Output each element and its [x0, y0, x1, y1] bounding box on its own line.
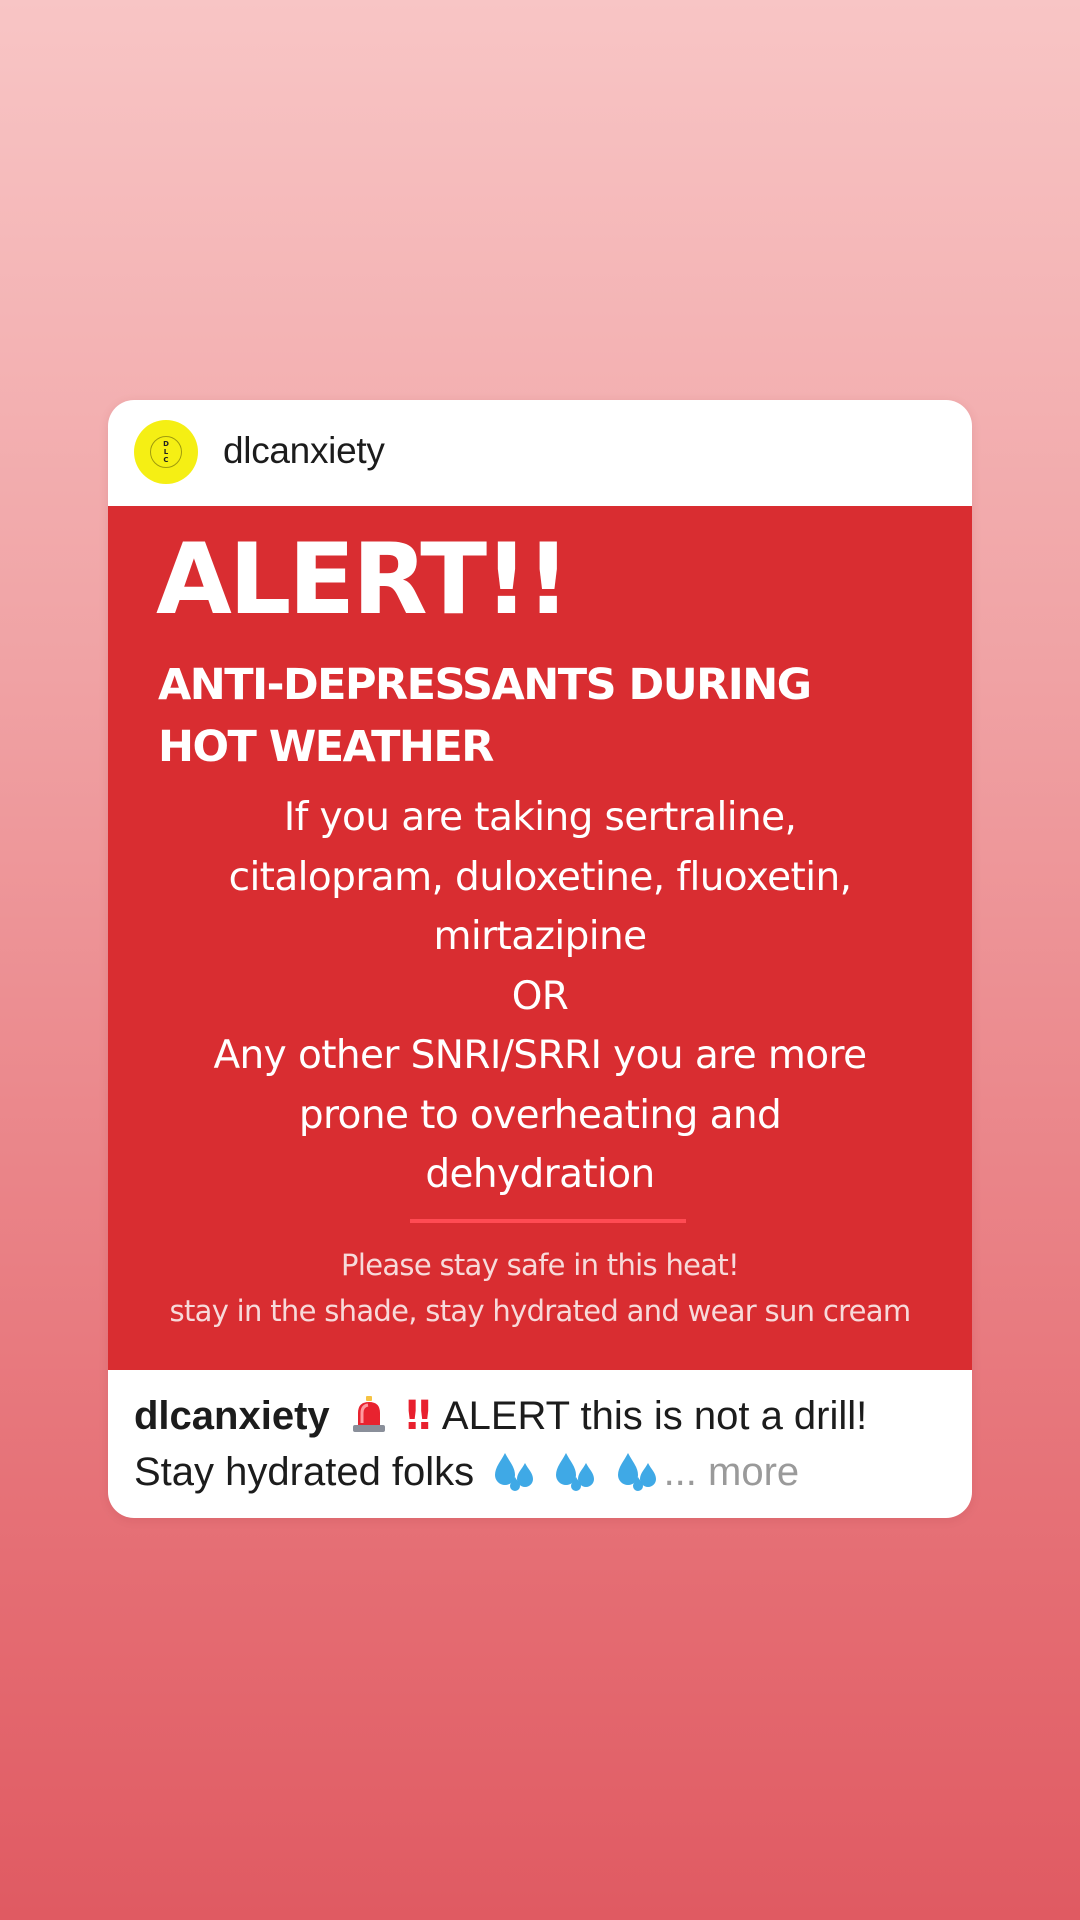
story-post-card[interactable]: D L C dlcanxiety ALERT!! ANTI-DEPRESSANT… [108, 400, 972, 1518]
avatar[interactable]: D L C [134, 420, 198, 484]
post-caption[interactable]: dlcanxiety ‼ ALERT this is not a drill! … [134, 1388, 954, 1506]
caption-username[interactable]: dlcanxiety [134, 1394, 330, 1438]
body-line: dehydration [425, 1152, 655, 1197]
more-link[interactable]: more [708, 1450, 799, 1494]
caption-line-2: Stay hydrated folks ... more [134, 1444, 954, 1506]
subtitle-line: HOT WEATHER [158, 722, 494, 772]
body-line: OR [511, 973, 569, 1019]
alert-headline: ALERT!! [156, 523, 571, 637]
caption-text-line-2: Stay hydrated folks [134, 1450, 475, 1494]
alert-body: If you are taking sertraline, citalopram… [148, 788, 932, 1205]
caption-line-1: dlcanxiety ‼ ALERT this is not a drill! [134, 1388, 954, 1444]
subtitle-line: ANTI-DEPRESSANTS DURING [158, 660, 812, 710]
alert-subtitle: ANTI-DEPRESSANTS DURING HOT WEATHER [158, 654, 938, 778]
post-image[interactable]: ALERT!! ANTI-DEPRESSANTS DURING HOT WEAT… [108, 506, 972, 1370]
body-line: prone to overheating and [298, 1092, 782, 1138]
double-exclamation-icon: ‼ [405, 1393, 431, 1439]
droplets-icon [556, 1453, 595, 1491]
alert-footer-note: Please stay safe in this heat! stay in t… [128, 1242, 952, 1334]
siren-icon [352, 1396, 385, 1432]
droplets-icon [617, 1453, 656, 1491]
avatar-ring [150, 436, 182, 468]
post-header: D L C dlcanxiety [108, 400, 972, 506]
caption-text-line-1: ALERT this is not a drill! [441, 1394, 868, 1438]
caption-ellipsis: ... [663, 1450, 697, 1494]
body-line: Any other SNRI/SRRI you are more [213, 1033, 867, 1078]
footer-line: stay in the shade, stay hydrated and wea… [169, 1294, 912, 1328]
post-username[interactable]: dlcanxiety [223, 430, 385, 472]
footer-line: Please stay safe in this heat! [341, 1248, 740, 1282]
droplets-icon [495, 1453, 534, 1491]
sweat-droplets-icon [491, 1449, 663, 1506]
body-line: If you are taking sertraline, [283, 795, 797, 840]
body-line: citalopram, duloxetine, fluoxetin, [228, 854, 852, 900]
divider-line [410, 1219, 686, 1223]
body-line: mirtazipine [433, 914, 647, 959]
